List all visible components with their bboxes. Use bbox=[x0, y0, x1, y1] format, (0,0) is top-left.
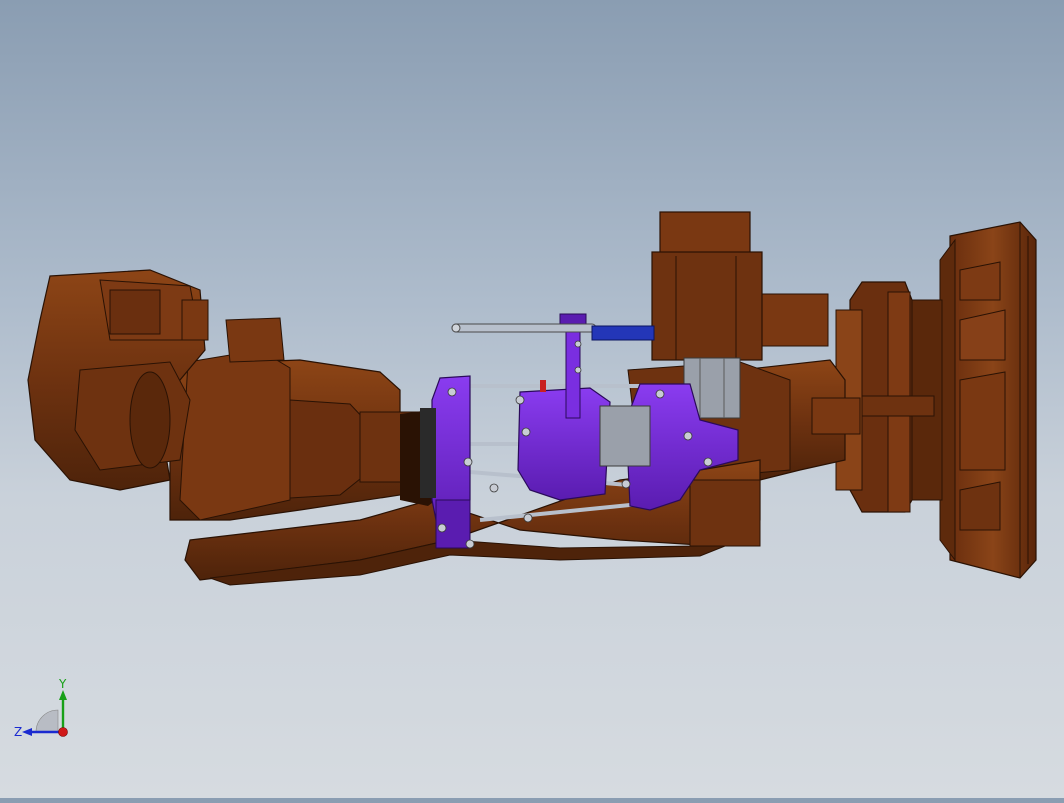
fitting-marker bbox=[540, 380, 546, 392]
robot-base[interactable] bbox=[939, 221, 1037, 579]
pneumatic-cylinder[interactable] bbox=[451, 323, 655, 341]
view-triad[interactable]: Y Z bbox=[10, 676, 80, 746]
z-axis-label: Z bbox=[14, 725, 22, 739]
x-axis-origin-icon bbox=[58, 727, 68, 737]
base-flange[interactable] bbox=[835, 281, 943, 513]
graphics-viewport[interactable]: Y Z bbox=[0, 0, 1064, 798]
y-axis-label: Y bbox=[58, 677, 67, 691]
robot-upper-arm[interactable] bbox=[169, 317, 436, 521]
model-view[interactable] bbox=[0, 0, 1064, 798]
triad-plane bbox=[35, 709, 59, 733]
